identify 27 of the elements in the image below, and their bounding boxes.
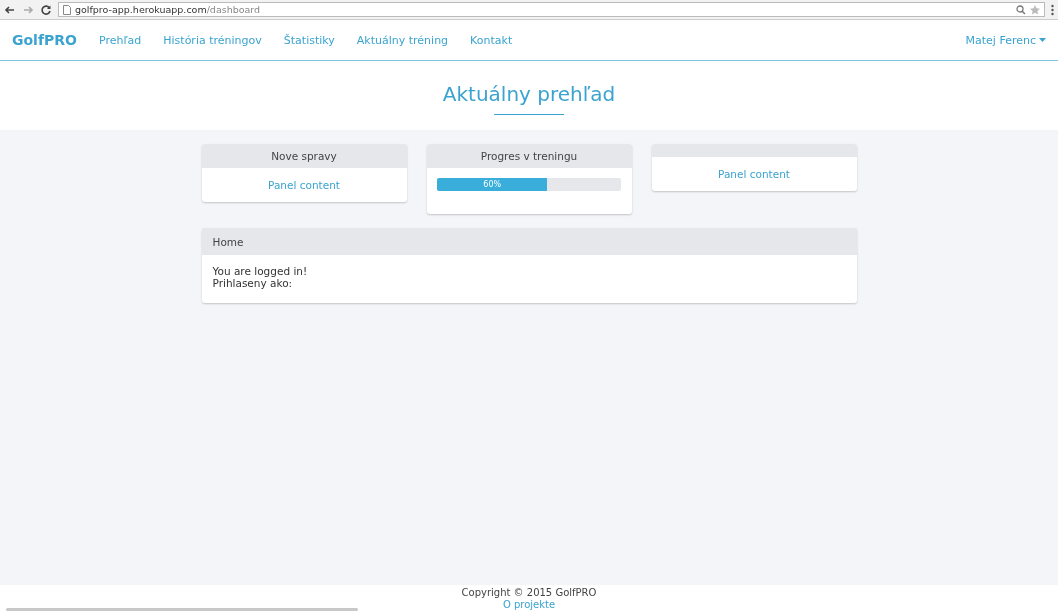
nav-link[interactable]: Prehľad — [98, 33, 142, 47]
status-text: Prihlaseny ako: — [212, 277, 294, 289]
nav-link[interactable]: História tréningov — [163, 33, 262, 47]
panel-content: Panel content — [718, 168, 790, 180]
page-icon — [63, 4, 71, 15]
back-icon[interactable] — [4, 3, 16, 16]
nav-link[interactable]: Aktuálny tréning — [356, 33, 449, 47]
page-title: Aktuálny prehľad — [442, 82, 616, 106]
brand-link[interactable]: GolfPRO — [12, 32, 77, 48]
star-icon[interactable] — [1030, 4, 1040, 15]
nav-link[interactable]: Kontakt — [470, 33, 513, 47]
panel-header: Home — [201, 228, 857, 255]
progress-fill: 60% — [437, 178, 548, 191]
status-text: You are logged in! — [212, 265, 309, 277]
panel-header: Progres v treningu — [426, 144, 632, 168]
user-menu[interactable]: Matej Ferenc — [965, 33, 1046, 47]
copyright-text: Copyright © 2015 GolfPRO — [461, 587, 597, 599]
panel-content: Panel content — [268, 179, 340, 191]
zoom-icon[interactable] — [1016, 4, 1026, 15]
caret-icon — [1039, 38, 1046, 42]
menu-icon[interactable] — [1051, 3, 1054, 16]
about-link[interactable]: O projekte — [502, 599, 556, 611]
reload-icon[interactable] — [40, 3, 52, 16]
nav-link[interactable]: Štatistiky — [283, 33, 335, 47]
address-bar[interactable]: golfpro-app.herokuapp.com/dashboard — [58, 2, 1045, 17]
panel-header: Nove spravy — [201, 144, 407, 168]
scrollbar[interactable] — [6, 608, 358, 611]
